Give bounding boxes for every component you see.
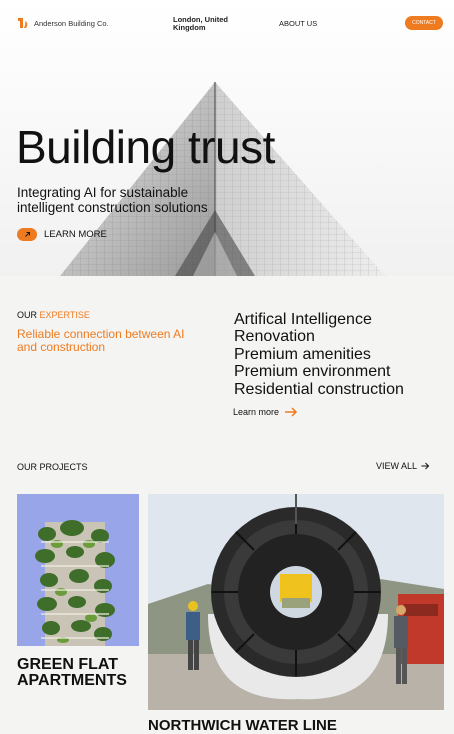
location-label: London, United Kingdom — [173, 15, 228, 32]
expertise-label-accent: EXPERTISE — [39, 310, 90, 320]
expertise-label: OUR EXPERTISE — [17, 310, 90, 320]
about-us-link[interactable]: ABOUT US — [279, 19, 317, 28]
tunnel-boring-machine-image — [148, 494, 444, 710]
learn-more-cta[interactable]: LEARN MORE — [17, 228, 107, 241]
arrow-right-icon — [421, 462, 430, 470]
expertise-learn-more-label: Learn more — [233, 407, 280, 417]
arrow-right-icon — [285, 407, 298, 417]
top-nav: Anderson Building Co. London, United Kin… — [0, 0, 454, 46]
expertise-tagline: Reliable connection between AI and const… — [17, 327, 185, 354]
project-card-title[interactable]: NORTHWICH WATER LINE — [148, 717, 337, 734]
hero-section: Anderson Building Co. London, United Kin… — [0, 0, 454, 276]
expertise-item: Residential construction — [234, 380, 404, 398]
hero-subtitle: Integrating AI for sustainable intellige… — [17, 185, 208, 215]
expertise-item: Premium amenities — [234, 345, 371, 363]
project-card-title[interactable]: GREEN FLAT APARTMENTS — [17, 657, 147, 689]
view-all-label: VIEW ALL — [376, 461, 418, 471]
brand-logo[interactable]: Anderson Building Co. — [16, 16, 109, 30]
contact-button[interactable]: CONTACT — [405, 16, 443, 30]
expertise-item: Renovation — [234, 328, 315, 346]
expertise-learn-more-link[interactable]: Learn more — [233, 407, 298, 417]
view-all-link[interactable]: VIEW ALL — [376, 461, 430, 471]
brand-name: Anderson Building Co. — [34, 18, 109, 28]
vertical-forest-tower-image — [17, 494, 139, 646]
brand-logo-icon — [18, 18, 28, 28]
project-card-image[interactable] — [17, 494, 139, 646]
hero-title: Building trust — [16, 121, 275, 173]
arrow-up-right-icon[interactable] — [17, 228, 37, 241]
expertise-item: Premium environment — [234, 363, 391, 381]
expertise-item: Artifical Intelligence — [234, 311, 372, 328]
projects-title: OUR PROJECTS — [17, 462, 88, 472]
project-card-image[interactable] — [148, 494, 444, 710]
learn-more-label: LEARN MORE — [44, 229, 107, 240]
expertise-label-prefix: OUR — [17, 310, 37, 320]
expertise-list: Artifical Intelligence Renovation Premiu… — [234, 311, 404, 398]
